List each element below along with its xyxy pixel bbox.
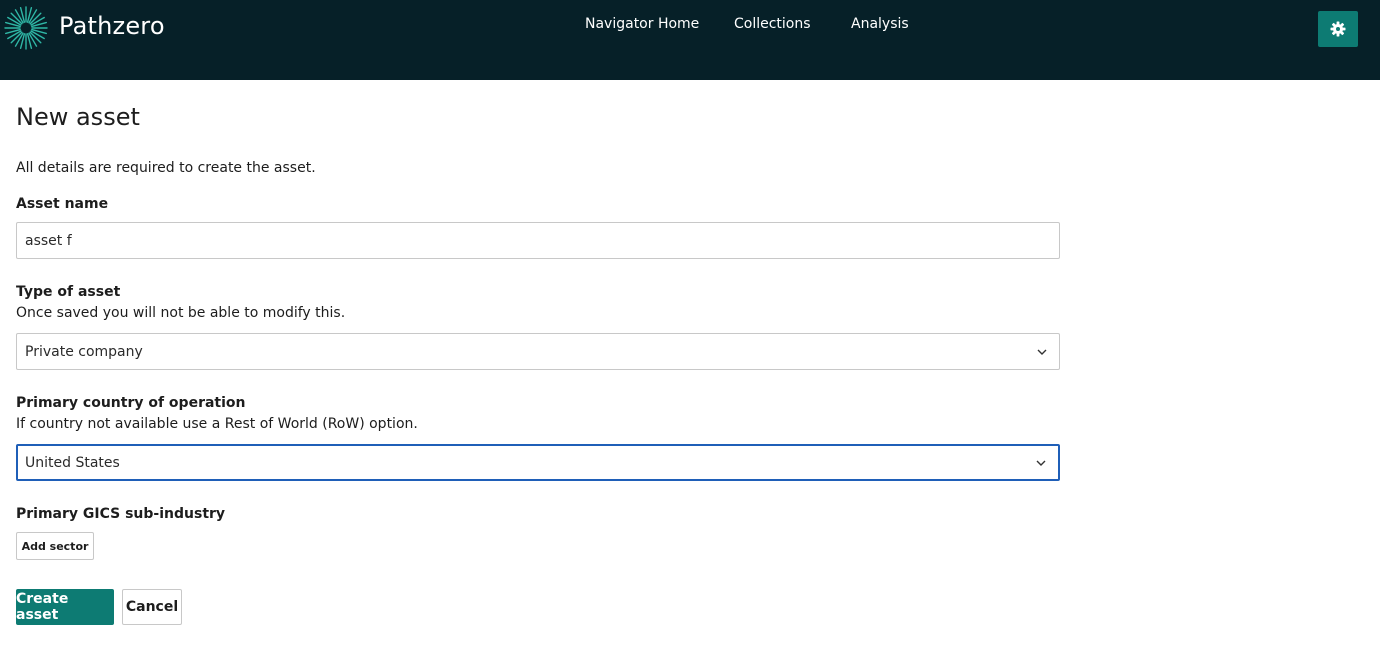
top-navigation-bar: Pathzero Navigator Home Collections Anal… — [0, 0, 1380, 80]
nav-navigator-home[interactable]: Navigator Home — [585, 16, 699, 32]
asset-type-hint: Once saved you will not be able to modif… — [16, 305, 346, 321]
country-selected-value: United States — [25, 454, 120, 471]
page-title: New asset — [16, 103, 140, 131]
asset-type-select[interactable]: Private company — [16, 333, 1060, 370]
asset-type-label: Type of asset — [16, 284, 121, 300]
pathzero-logo-icon[interactable] — [4, 6, 48, 50]
gics-label: Primary GICS sub-industry — [16, 506, 226, 522]
asset-name-label: Asset name — [16, 196, 109, 212]
country-label: Primary country of operation — [16, 395, 246, 411]
country-select[interactable]: United States — [16, 444, 1060, 481]
form-intro-text: All details are required to create the a… — [16, 160, 316, 176]
nav-analysis[interactable]: Analysis — [851, 16, 909, 32]
gear-icon — [1330, 21, 1346, 37]
asset-type-selected-value: Private company — [25, 343, 143, 360]
create-asset-button[interactable]: Create asset — [16, 589, 114, 625]
asset-name-input[interactable]: asset f — [16, 222, 1060, 259]
asset-name-value: asset f — [25, 232, 72, 249]
chevron-down-icon — [1036, 460, 1046, 466]
cancel-button[interactable]: Cancel — [122, 589, 182, 625]
country-hint: If country not available use a Rest of W… — [16, 416, 418, 432]
chevron-down-icon — [1037, 349, 1047, 355]
brand-name[interactable]: Pathzero — [59, 12, 165, 40]
nav-collections[interactable]: Collections — [734, 16, 811, 32]
add-sector-button[interactable]: Add sector — [16, 532, 94, 560]
settings-button[interactable] — [1318, 11, 1358, 47]
